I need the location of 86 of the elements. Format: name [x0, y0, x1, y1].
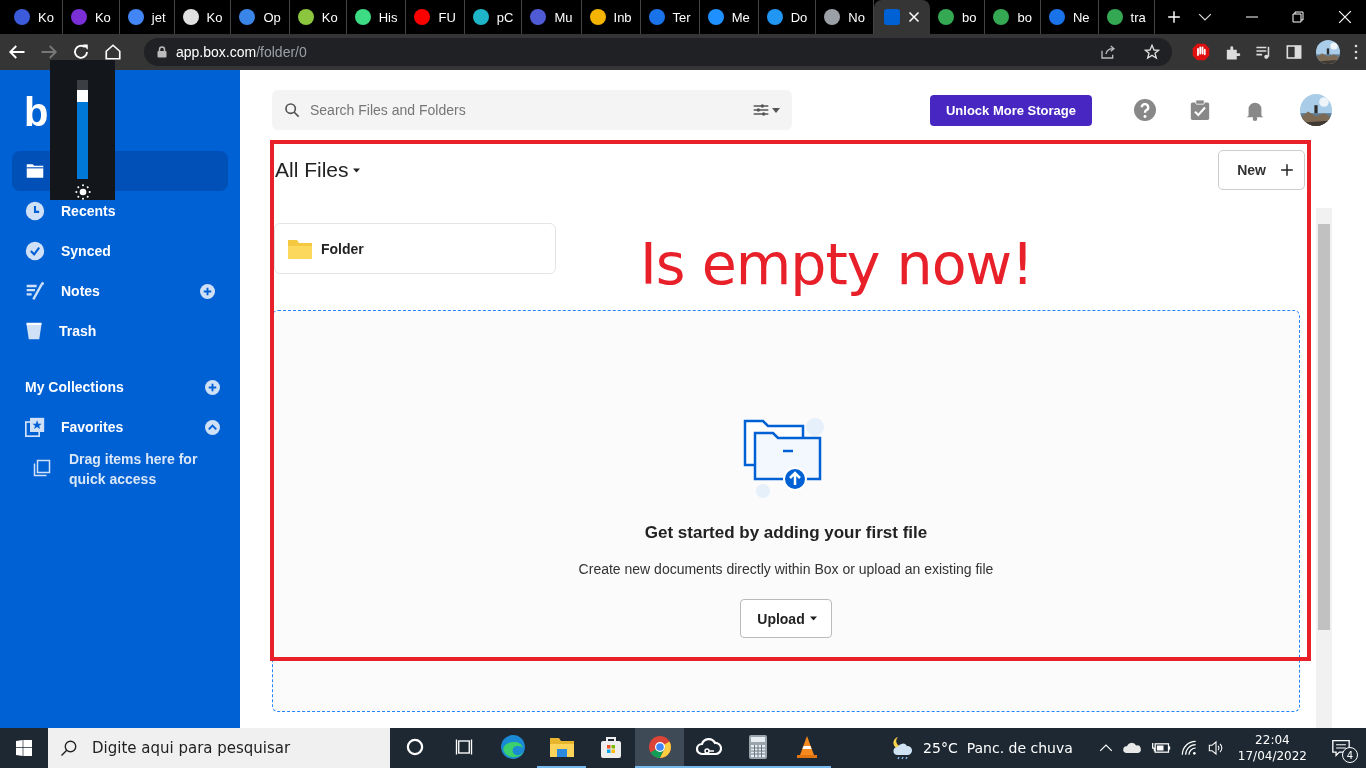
minimize-icon[interactable] — [1245, 16, 1258, 18]
calculator-icon — [747, 734, 768, 760]
cloud-key-icon — [695, 736, 722, 758]
weather-icon — [890, 736, 915, 760]
sidebar-item[interactable]: Notes — [12, 271, 228, 311]
check-circle-icon — [25, 241, 45, 261]
chevron-icon[interactable] — [205, 419, 220, 435]
section-heading[interactable]: My Collections — [25, 379, 205, 395]
url-path: /folder/0 — [256, 44, 307, 60]
brightness-slider[interactable] — [77, 80, 88, 179]
add-icon[interactable] — [205, 379, 220, 395]
upgrade-button[interactable]: Unlock More Storage — [929, 94, 1092, 126]
browser-tab[interactable] — [873, 0, 930, 34]
sidebar-item[interactable]: Favorites — [61, 419, 189, 435]
new-tab-icon[interactable] — [1166, 10, 1181, 24]
sun-icon — [74, 184, 91, 200]
browser-icon — [647, 735, 672, 759]
plus-icon — [1280, 163, 1294, 177]
circle-icon — [405, 738, 424, 756]
folder-title-dropdown[interactable]: All Files — [275, 158, 360, 182]
search-input[interactable]: Search Files and Folders — [310, 102, 743, 118]
cloud-icon[interactable] — [1121, 741, 1142, 755]
task-view-icon — [454, 738, 473, 756]
clock[interactable]: 22:04 17/04/2022 — [1237, 732, 1307, 764]
search-icon — [60, 739, 78, 757]
search-field[interactable]: Search Files and Folders — [272, 90, 792, 130]
hand-stop-icon[interactable] — [1192, 43, 1210, 61]
shopping-bag-icon — [598, 735, 623, 759]
temperature[interactable]: 25°C — [923, 740, 958, 756]
share-icon[interactable] — [1100, 44, 1116, 60]
caret-icon — [809, 616, 817, 621]
traffic-cone-icon — [795, 735, 818, 759]
folder-card[interactable]: Folder — [274, 223, 556, 274]
search-icon — [284, 102, 300, 118]
side-panel-icon[interactable] — [1286, 44, 1302, 60]
drop-zone[interactable]: Get started by adding your first file Create new documents directly within Box or upload an existing file Upload — [272, 310, 1300, 712]
new-button[interactable]: New — [1218, 150, 1305, 190]
folder-icon — [548, 736, 575, 758]
copy-icon — [33, 459, 51, 477]
battery-icon[interactable] — [1150, 741, 1171, 755]
caret-icon — [352, 167, 360, 173]
taskbar-search-field[interactable]: Digite aqui para pesquisar — [48, 728, 390, 768]
upload-button[interactable]: Upload — [740, 599, 832, 638]
filter-button[interactable] — [753, 104, 780, 116]
lock-icon — [156, 45, 168, 59]
taskbar-app[interactable] — [635, 728, 684, 768]
clock-icon — [25, 201, 45, 221]
star-folder-icon — [25, 417, 45, 437]
home-icon[interactable] — [104, 43, 122, 61]
notification-count: 4 — [1342, 747, 1358, 763]
caret-icon — [772, 107, 780, 113]
wifi-icon[interactable] — [1179, 740, 1198, 756]
reload-icon[interactable] — [72, 43, 90, 61]
logo[interactable]: b — [24, 90, 49, 140]
folder-icon — [287, 237, 313, 260]
hint-text: Drag items here for quick access — [69, 450, 199, 489]
volume-icon[interactable] — [1206, 740, 1225, 756]
empty-state-heading: Get started by adding your first file — [644, 523, 928, 543]
restore-icon[interactable] — [1291, 11, 1304, 23]
add-icon[interactable] — [200, 283, 215, 299]
more-icon[interactable] — [1354, 44, 1358, 60]
chevron-up-icon[interactable] — [1098, 743, 1113, 753]
sidebar-item[interactable]: Recents — [12, 191, 228, 231]
chevron-down-icon[interactable] — [1197, 12, 1212, 22]
notification-icon[interactable] — [1331, 739, 1351, 757]
sidebar-item[interactable]: Trash — [12, 311, 228, 351]
puzzle-icon[interactable] — [1224, 43, 1241, 61]
sidebar-item[interactable]: Synced — [12, 231, 228, 271]
address-bar[interactable]: app.box.com/folder/0 — [144, 38, 1172, 66]
notes-icon — [25, 281, 45, 301]
empty-state-text: Create new documents directly within Box or upload an existing file — [578, 561, 994, 577]
help-icon[interactable] — [1134, 99, 1156, 121]
folder-icon — [25, 162, 45, 180]
clipboard-check-icon[interactable] — [1190, 98, 1210, 122]
star-icon[interactable] — [1144, 44, 1160, 60]
url-host: app.box.com — [176, 44, 257, 60]
close-icon[interactable] — [907, 11, 920, 23]
back-icon[interactable] — [8, 43, 26, 61]
swirl-icon — [499, 734, 526, 760]
windows-icon — [16, 740, 32, 756]
sliders-icon — [753, 104, 769, 116]
trash-icon — [25, 321, 43, 341]
close-icon[interactable] — [1337, 10, 1352, 24]
taskbar-search-input[interactable]: Digite aqui para pesquisar — [92, 739, 378, 757]
scrollbar[interactable] — [1316, 208, 1332, 728]
weather-condition[interactable]: Panc. de chuva — [966, 740, 1073, 756]
